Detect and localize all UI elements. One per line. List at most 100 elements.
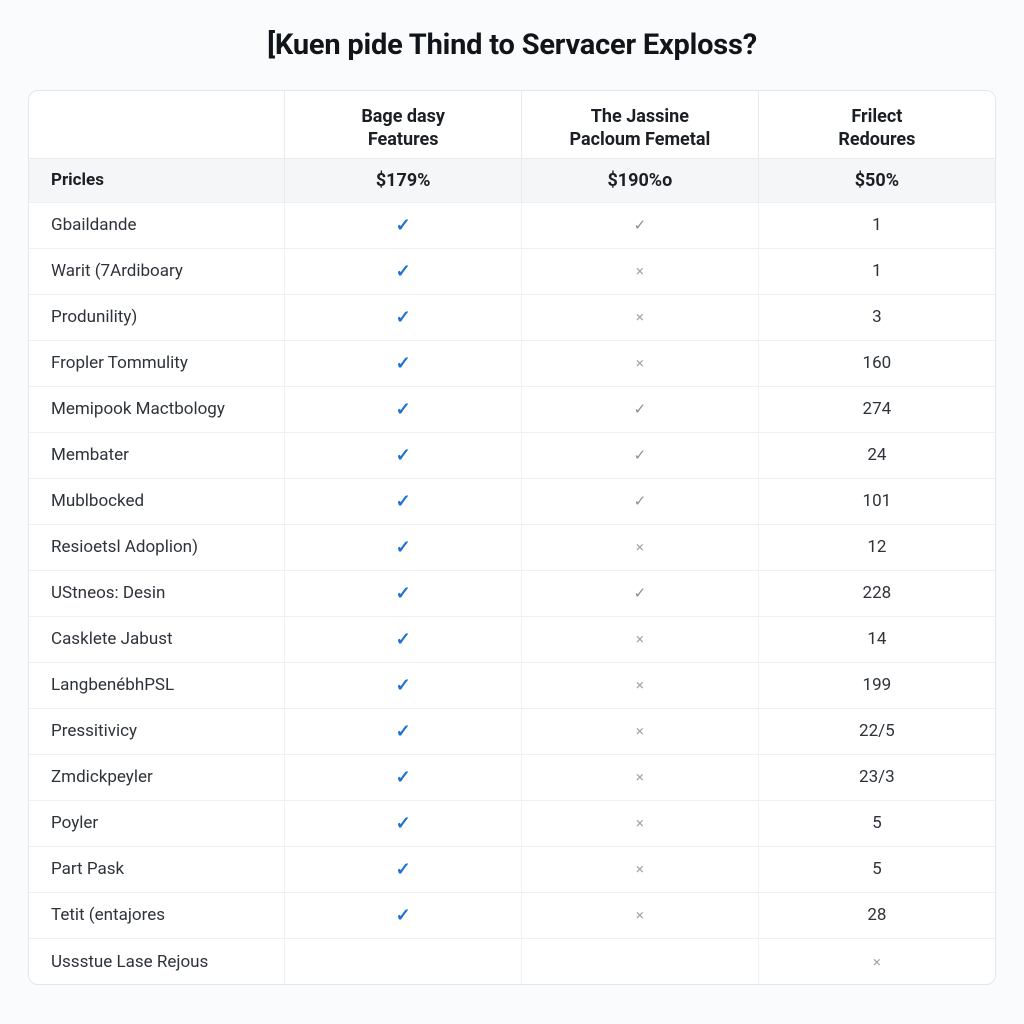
check-icon: ✓: [396, 491, 411, 512]
check-icon: ✓: [396, 307, 411, 328]
cell-plan-1: ✓: [285, 708, 522, 754]
check-icon: ✓: [396, 583, 411, 604]
cell-plan-1: ✓: [285, 386, 522, 432]
feature-label: Memipook Mactbology: [29, 386, 285, 432]
cell-plan-3: 199: [758, 662, 995, 708]
check-icon: ✓: [396, 813, 411, 834]
feature-label: Gbaildande: [29, 202, 285, 248]
value-text: 3: [872, 307, 882, 327]
check-icon: ✓: [396, 537, 411, 558]
plan-header-3: Frilect Redoures: [758, 91, 995, 158]
cell-plan-3: 22/5: [758, 708, 995, 754]
check-icon: ✓: [396, 767, 411, 788]
plan-name-line2: Pacloum Femetal: [532, 128, 748, 151]
cell-plan-3: 1: [758, 248, 995, 294]
cell-plan-2: ×: [522, 846, 759, 892]
cell-plan-1: ✓: [285, 662, 522, 708]
feature-label: Tetit (entajores: [29, 892, 285, 938]
plan-name-line1: Frilect: [769, 105, 985, 128]
value-text: 5: [872, 859, 882, 879]
feature-label: Casklete Jabust: [29, 616, 285, 662]
cell-plan-1: ✓: [285, 524, 522, 570]
cell-plan-2: ✓: [522, 202, 759, 248]
check-icon: ✓: [396, 905, 411, 926]
table-row: Casklete Jabust ✓ × 14: [29, 616, 995, 662]
cell-plan-1: ✓: [285, 340, 522, 386]
table-row: Poyler✓×5: [29, 800, 995, 846]
value-text: 101: [863, 491, 892, 511]
check-icon: ✓: [634, 216, 647, 234]
cell-plan-2: ×: [522, 662, 759, 708]
plan-name-line2: Redoures: [769, 128, 985, 151]
cell-plan-2: ×: [522, 892, 759, 938]
cell-plan-3: 1: [758, 202, 995, 248]
feature-label: Zmdickpeyler: [29, 754, 285, 800]
plan-header-1: Bage dasy Features: [285, 91, 522, 158]
plan-header-row: Bage dasy Features The Jassine Pacloum F…: [29, 91, 995, 158]
cell-plan-1: ✓: [285, 846, 522, 892]
cell-plan-3: 14: [758, 616, 995, 662]
table-row: UStneos: Desin✓✓228: [29, 570, 995, 616]
check-icon: ✓: [396, 445, 411, 466]
check-icon: ✓: [396, 399, 411, 420]
cell-plan-3: 12: [758, 524, 995, 570]
table-row: Memipook Mactbology ✓ ✓ 274: [29, 386, 995, 432]
value-text: 14: [867, 629, 886, 649]
cell-plan-1: ✓: [285, 432, 522, 478]
check-icon: ✓: [396, 629, 411, 650]
table-row: Pressitivicy✓×22/5: [29, 708, 995, 754]
table-row: Warit (7Ardiboary✓×1: [29, 248, 995, 294]
cell-plan-3: 101: [758, 478, 995, 524]
cell-plan-2: ×: [522, 754, 759, 800]
cross-icon: ×: [636, 630, 644, 648]
value-text: 274: [863, 399, 892, 419]
value-text: 12: [867, 537, 886, 557]
cross-icon: ×: [636, 262, 644, 280]
comparison-table-container: Bage dasy Features The Jassine Pacloum F…: [28, 90, 996, 985]
comparison-table: Bage dasy Features The Jassine Pacloum F…: [29, 91, 995, 984]
check-icon: ✓: [396, 859, 411, 880]
table-row: Tetit (entajores ✓ × 28: [29, 892, 995, 938]
cross-icon: ×: [636, 354, 644, 372]
cell-plan-2: ✓: [522, 570, 759, 616]
plan-price-1: $179%: [285, 158, 522, 202]
cell-plan-2: ×: [522, 248, 759, 294]
cell-plan-2: ×: [522, 708, 759, 754]
cross-icon: ×: [636, 768, 644, 786]
cross-icon: ×: [636, 676, 644, 694]
price-row-label: Pricles: [29, 158, 285, 202]
cross-icon: ×: [636, 722, 644, 740]
check-icon: ✓: [634, 400, 647, 418]
check-icon: ✓: [634, 492, 647, 510]
table-row: Zmdickpeyler✓×23/3: [29, 754, 995, 800]
table-row: Resioetsl Adoplion)✓×12: [29, 524, 995, 570]
cell-plan-3: 28: [758, 892, 995, 938]
cross-icon: ×: [636, 906, 644, 924]
value-text: 228: [863, 583, 892, 603]
cell-plan-3: 160: [758, 340, 995, 386]
feature-label: Poyler: [29, 800, 285, 846]
cell-plan-1: ✓: [285, 478, 522, 524]
check-icon: ✓: [396, 215, 411, 236]
cross-icon: ×: [636, 538, 644, 556]
value-text: 1: [872, 261, 882, 281]
feature-label: Mublbocked: [29, 478, 285, 524]
value-text: 1: [872, 215, 882, 235]
table-row: Membater✓✓24: [29, 432, 995, 478]
feature-label: Produnility): [29, 294, 285, 340]
value-text: 160: [863, 353, 892, 373]
cell-plan-1: ✓: [285, 892, 522, 938]
cell-plan-2: ×: [522, 294, 759, 340]
cell-plan-1: ✓: [285, 202, 522, 248]
cell-plan-1: ✓: [285, 248, 522, 294]
cell-plan-1: ✓: [285, 800, 522, 846]
cell-plan-3: ×: [758, 938, 995, 984]
check-icon: ✓: [396, 353, 411, 374]
price-row: Pricles $179% $190%o $50%: [29, 158, 995, 202]
table-row: Produnility) ✓ × 3: [29, 294, 995, 340]
table-row: Fropler Tommulity✓×160: [29, 340, 995, 386]
cell-plan-2: ✓: [522, 478, 759, 524]
check-icon: ✓: [396, 721, 411, 742]
cross-icon: ×: [636, 860, 644, 878]
cell-plan-1: ✓: [285, 294, 522, 340]
